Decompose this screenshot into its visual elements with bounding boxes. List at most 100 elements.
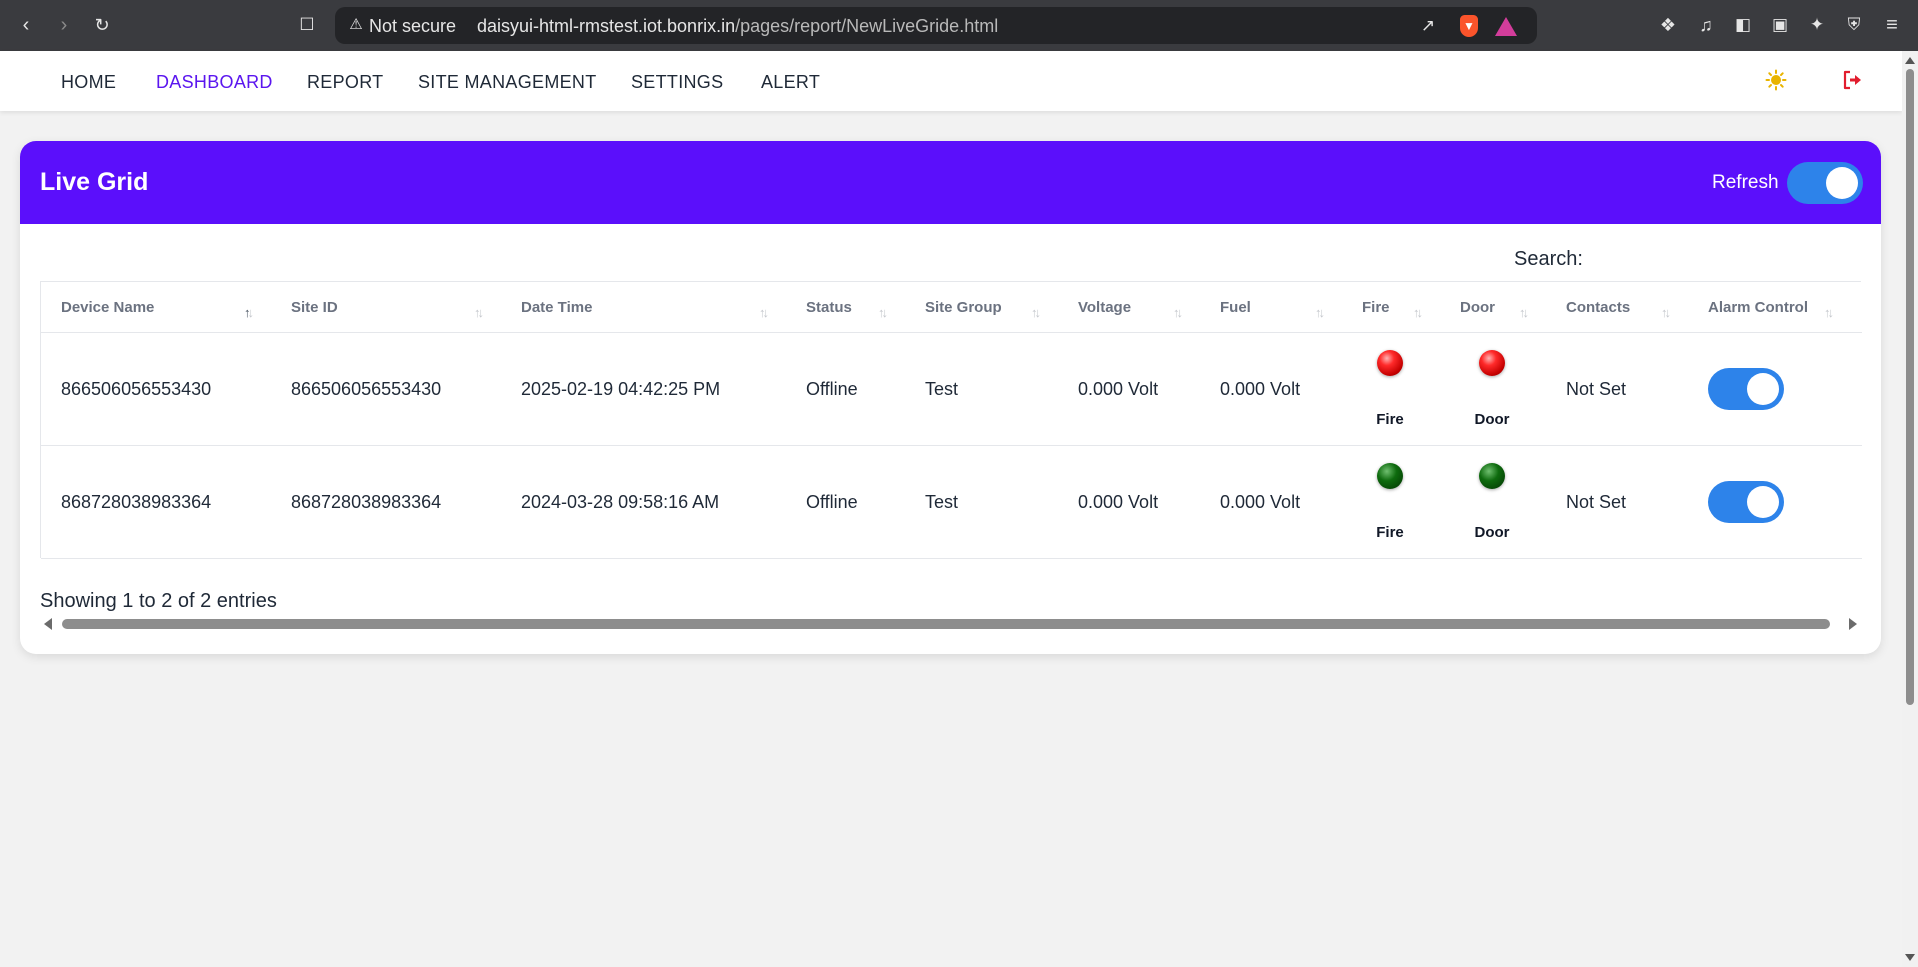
scroll-thumb[interactable]	[62, 619, 1830, 629]
cell-fuel: 0.000 Volt	[1220, 492, 1301, 512]
sort-icon[interactable]: ↑↓	[1661, 306, 1671, 320]
col-site-group[interactable]: Site Group	[925, 299, 1002, 317]
cell-voltage: 0.000 Volt	[1078, 492, 1159, 512]
url-text[interactable]: daisyui-html-rmstest.iot.bonrix.in/pages…	[477, 16, 998, 36]
refresh-toggle[interactable]	[1787, 162, 1863, 204]
page-vertical-scrollbar[interactable]	[1902, 51, 1918, 967]
url-host: daisyui-html-rmstest.iot.bonrix.in	[477, 16, 736, 36]
scroll-left-icon[interactable]	[44, 618, 52, 630]
door-label: Door	[1474, 411, 1510, 428]
alarm-toggle[interactable]	[1708, 368, 1784, 410]
col-fuel[interactable]: Fuel	[1220, 299, 1251, 317]
col-device-name[interactable]: Device Name	[61, 299, 154, 317]
table-horizontal-scrollbar[interactable]	[40, 615, 1861, 633]
cell-status: Offline	[806, 492, 858, 512]
cell-site-group: Test	[925, 492, 959, 512]
scroll-thumb[interactable]	[1906, 69, 1914, 705]
logout-icon[interactable]	[1841, 69, 1863, 91]
brave-shields-icon[interactable]: ▼	[1460, 15, 1478, 37]
sort-icon[interactable]: ↑↓	[878, 306, 888, 320]
leo-icon[interactable]: ✦	[1805, 13, 1829, 37]
brave-rewards-icon[interactable]	[1495, 17, 1517, 36]
toggle-knob	[1747, 486, 1779, 518]
sort-icon[interactable]: ↑↓	[1824, 306, 1834, 320]
nav-alert[interactable]: ALERT	[761, 71, 820, 93]
sort-icon[interactable]: ↑↓	[759, 306, 769, 320]
sort-icon[interactable]: ↑↓	[1031, 306, 1041, 320]
door-led-icon	[1479, 350, 1505, 376]
nav-home[interactable]: HOME	[61, 71, 116, 93]
cell-device-name: 868728038983364	[61, 492, 212, 512]
col-door[interactable]: Door	[1460, 299, 1495, 317]
browser-toolbar: ‹ › ↻ ☐ ⚠ Not secure daisyui-html-rmstes…	[0, 0, 1918, 51]
sun-icon[interactable]	[1765, 69, 1787, 91]
card-header: Live Grid Refresh	[20, 141, 1881, 224]
cell-site-group: Test	[925, 379, 959, 399]
sort-icon[interactable]: ↑↓	[1315, 306, 1325, 320]
cell-fuel: 0.000 Volt	[1220, 379, 1301, 399]
search-label: Search:	[1514, 248, 1583, 270]
top-nav: HOME DASHBOARD REPORT SITE MANAGEMENT SE…	[0, 51, 1902, 111]
sort-asc-icon[interactable]: ↑↓	[244, 306, 254, 320]
fire-label: Fire	[1376, 411, 1404, 428]
card-title: Live Grid	[40, 168, 149, 196]
table-header-row: Device Name ↑↓ Site ID ↑↓ Date Time ↑↓ S…	[41, 282, 1862, 333]
extensions-icon[interactable]: ❖	[1656, 13, 1680, 37]
warning-icon[interactable]: ⚠	[347, 16, 365, 34]
scroll-up-icon[interactable]	[1905, 57, 1915, 64]
col-contacts[interactable]: Contacts	[1566, 299, 1630, 317]
live-grid-table: Device Name ↑↓ Site ID ↑↓ Date Time ↑↓ S…	[40, 281, 1862, 559]
cell-date-time: 2024-03-28 09:58:16 AM	[521, 492, 720, 512]
nav-site-management[interactable]: SITE MANAGEMENT	[418, 71, 597, 93]
menu-icon[interactable]: ≡	[1880, 13, 1904, 37]
sort-icon[interactable]: ↑↓	[1173, 306, 1183, 320]
scroll-down-icon[interactable]	[1905, 954, 1915, 961]
sort-icon[interactable]: ↑↓	[1413, 306, 1423, 320]
col-voltage[interactable]: Voltage	[1078, 299, 1131, 317]
url-path: /pages/report/NewLiveGride.html	[735, 16, 999, 36]
cell-device-name: 866506056553430	[61, 379, 212, 399]
cell-status: Offline	[806, 379, 858, 399]
cell-site-id: 866506056553430	[291, 379, 442, 399]
scroll-right-icon[interactable]	[1849, 618, 1857, 630]
entries-info: Showing 1 to 2 of 2 entries	[40, 590, 277, 612]
music-icon[interactable]: ♫	[1694, 13, 1718, 37]
share-icon[interactable]: ↗	[1417, 15, 1439, 37]
sidebar-icon[interactable]: ◧	[1731, 13, 1755, 37]
nav-report[interactable]: REPORT	[307, 71, 383, 93]
nav-settings[interactable]: SETTINGS	[631, 71, 723, 93]
col-status[interactable]: Status	[806, 299, 852, 317]
table-row: 866506056553430 866506056553430 2025-02-…	[41, 333, 1862, 446]
refresh-label: Refresh	[1712, 172, 1779, 193]
alarm-toggle[interactable]	[1708, 481, 1784, 523]
door-label: Door	[1474, 524, 1510, 541]
address-bar[interactable]: ⚠ Not secure daisyui-html-rmstest.iot.bo…	[335, 7, 1537, 44]
vpn-icon[interactable]: ⛨	[1842, 13, 1866, 37]
sort-icon[interactable]: ↑↓	[1519, 306, 1529, 320]
toggle-knob	[1826, 167, 1858, 199]
cell-date-time: 2025-02-19 04:42:25 PM	[521, 379, 721, 399]
bookmark-icon[interactable]: ☐	[295, 13, 319, 37]
table-row: 868728038983364 868728038983364 2024-03-…	[41, 446, 1862, 559]
col-site-id[interactable]: Site ID	[291, 299, 338, 317]
fire-led-icon	[1377, 463, 1403, 489]
door-led-icon	[1479, 463, 1505, 489]
live-grid-card: Live Grid Refresh Search: Device Name ↑↓…	[20, 141, 1881, 654]
sort-icon[interactable]: ↑↓	[474, 306, 484, 320]
back-icon[interactable]: ‹	[14, 13, 38, 37]
wallet-icon[interactable]: ▣	[1768, 13, 1792, 37]
col-date-time[interactable]: Date Time	[521, 299, 592, 317]
cell-contacts: Not Set	[1566, 379, 1627, 399]
cell-contacts: Not Set	[1566, 492, 1627, 512]
nav-dashboard[interactable]: DASHBOARD	[156, 71, 273, 93]
forward-icon[interactable]: ›	[52, 13, 76, 37]
cell-site-id: 868728038983364	[291, 492, 442, 512]
toggle-knob	[1747, 373, 1779, 405]
fire-label: Fire	[1376, 524, 1404, 541]
col-fire[interactable]: Fire	[1362, 299, 1390, 317]
col-alarm-control[interactable]: Alarm Control	[1708, 299, 1808, 317]
not-secure-label[interactable]: Not secure	[369, 16, 456, 36]
fire-led-icon	[1377, 350, 1403, 376]
cell-voltage: 0.000 Volt	[1078, 379, 1159, 399]
reload-icon[interactable]: ↻	[90, 13, 114, 37]
